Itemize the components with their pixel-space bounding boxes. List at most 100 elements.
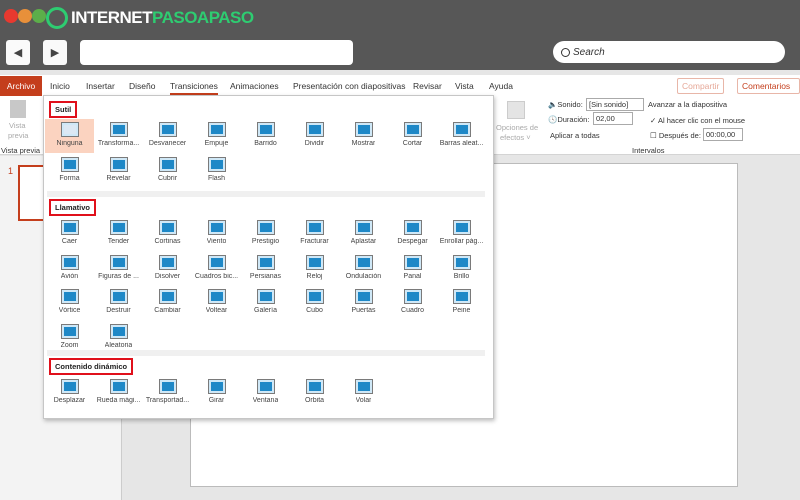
transition-icon: [305, 220, 324, 235]
transition-icon: [452, 289, 471, 304]
tab-transiciones[interactable]: Transiciones: [170, 81, 218, 95]
transition-item[interactable]: Persianas: [241, 252, 290, 286]
transition-item[interactable]: Forma: [45, 154, 94, 188]
apply-all-button[interactable]: Aplicar a todas: [550, 131, 600, 140]
transition-item[interactable]: Disolver: [143, 252, 192, 286]
transition-item[interactable]: Brillo: [437, 252, 486, 286]
comments-button[interactable]: Comentarios: [737, 78, 800, 94]
transition-item[interactable]: Puertas: [339, 286, 388, 320]
transition-item[interactable]: Cortinas: [143, 217, 192, 251]
transition-item[interactable]: Voltear: [192, 286, 241, 320]
transition-item[interactable]: Vórtice: [45, 286, 94, 320]
transition-label: Destruir: [106, 307, 131, 314]
transition-item[interactable]: Cortar: [388, 119, 437, 153]
transition-item[interactable]: Girar: [192, 376, 241, 410]
logo-text-right: PASOAPASO: [152, 8, 254, 27]
transitions-gallery: Sutil Ninguna Transforma... Desvanecer Empuj…: [43, 95, 494, 419]
transition-item[interactable]: Empuje: [192, 119, 241, 153]
tab-ayuda[interactable]: Ayuda: [489, 81, 513, 91]
transition-item[interactable]: Desvanecer: [143, 119, 192, 153]
transition-icon: [207, 379, 226, 394]
effect-options-button[interactable]: Opciones de: [496, 123, 538, 132]
transition-item[interactable]: Galería: [241, 286, 290, 320]
transition-item[interactable]: Cambiar: [143, 286, 192, 320]
transition-icon: [207, 289, 226, 304]
tab-insertar[interactable]: Insertar: [86, 81, 115, 91]
transition-item[interactable]: Peine: [437, 286, 486, 320]
maximize-window-icon[interactable]: [32, 9, 46, 23]
after-input[interactable]: 00:00,00: [703, 128, 743, 141]
transition-item[interactable]: Cuadros bic...: [192, 252, 241, 286]
search-box[interactable]: Search: [553, 41, 785, 63]
transition-item[interactable]: Barras aleat...: [437, 119, 486, 153]
tab-revisar[interactable]: Revisar: [413, 81, 442, 91]
after-label: Después de:: [658, 131, 701, 140]
tab-inicio[interactable]: Inicio: [50, 81, 70, 91]
transition-item[interactable]: Mostrar: [339, 119, 388, 153]
sound-select[interactable]: [Sin sonido]: [586, 98, 644, 111]
on-click-checkbox[interactable]: ✓ Al hacer clic con el mouse: [650, 116, 745, 125]
share-button[interactable]: Compartir: [677, 78, 725, 94]
tab-presentacion[interactable]: Presentación con diapositivas: [293, 81, 405, 91]
transition-item[interactable]: Desplazar: [45, 376, 94, 410]
transition-item[interactable]: Zoom: [45, 321, 94, 355]
transition-label: Forma: [59, 174, 80, 182]
transition-item[interactable]: Transforma...: [94, 119, 143, 153]
transition-label: Empuje: [204, 140, 229, 147]
back-button[interactable]: ◀: [6, 40, 30, 65]
transition-item[interactable]: Avión: [45, 252, 94, 286]
transition-item[interactable]: Caer: [45, 217, 94, 251]
address-bar[interactable]: [80, 40, 353, 65]
tab-vista[interactable]: Vista: [455, 81, 474, 91]
transition-icon: [158, 289, 177, 304]
preview-label[interactable]: Vista: [9, 121, 26, 130]
sound-label: 🔈Sonido:: [548, 100, 583, 109]
transition-icon: [354, 289, 373, 304]
group-intervals-label: Intervalos: [632, 146, 665, 155]
transition-item[interactable]: Cubrir: [143, 154, 192, 188]
transition-icon: [60, 289, 79, 304]
transition-label: Zoom: [60, 341, 79, 349]
minimize-window-icon[interactable]: [18, 9, 32, 23]
transition-label: Transportad...: [145, 397, 190, 404]
tab-animaciones[interactable]: Animaciones: [230, 81, 279, 91]
forward-button[interactable]: ▶: [43, 40, 67, 65]
after-checkbox[interactable]: ☐ Después de:: [650, 131, 701, 140]
tab-archivo[interactable]: Archivo: [0, 76, 42, 96]
transition-item[interactable]: Revelar: [94, 154, 143, 188]
transition-label: Cortar: [402, 140, 423, 147]
close-window-icon[interactable]: [4, 9, 18, 23]
duration-input[interactable]: 02,00: [593, 112, 633, 125]
transition-item[interactable]: Aleatoria: [94, 321, 143, 355]
transition-label: Despegar: [397, 238, 428, 245]
transition-item[interactable]: Rueda mági...: [94, 376, 143, 410]
transition-item[interactable]: Enrollar pág...: [437, 217, 486, 251]
transition-item[interactable]: Ventana: [241, 376, 290, 410]
transition-item[interactable]: Flash: [192, 154, 241, 188]
transition-item[interactable]: Prestigio: [241, 217, 290, 251]
transition-item[interactable]: Despegar: [388, 217, 437, 251]
transition-item[interactable]: Figuras de ...: [94, 252, 143, 286]
transition-item[interactable]: Barrido: [241, 119, 290, 153]
transition-label: Caer: [61, 238, 78, 245]
transition-item[interactable]: Destruir: [94, 286, 143, 320]
transition-item[interactable]: Panal: [388, 252, 437, 286]
transition-item[interactable]: Viento: [192, 217, 241, 251]
transition-item[interactable]: Dividir: [290, 119, 339, 153]
transition-item[interactable]: Volar: [339, 376, 388, 410]
transition-item[interactable]: Ondulación: [339, 252, 388, 286]
transition-item[interactable]: Ninguna: [45, 119, 94, 153]
transition-label: Cortinas: [154, 238, 181, 245]
transition-item[interactable]: Cubo: [290, 286, 339, 320]
tab-diseno[interactable]: Diseño: [129, 81, 155, 91]
transition-item[interactable]: Reloj: [290, 252, 339, 286]
transition-item[interactable]: Órbita: [290, 376, 339, 410]
transition-label: Tender: [107, 238, 130, 245]
transition-item[interactable]: Cuadro: [388, 286, 437, 320]
transition-label: Figuras de ...: [98, 272, 139, 280]
transition-item[interactable]: Tender: [94, 217, 143, 251]
transition-item[interactable]: Fracturar: [290, 217, 339, 251]
transition-item[interactable]: Aplastar: [339, 217, 388, 251]
site-logo: INTERNET PASOAPASO: [46, 6, 254, 30]
transition-item[interactable]: Transportad...: [143, 376, 192, 410]
